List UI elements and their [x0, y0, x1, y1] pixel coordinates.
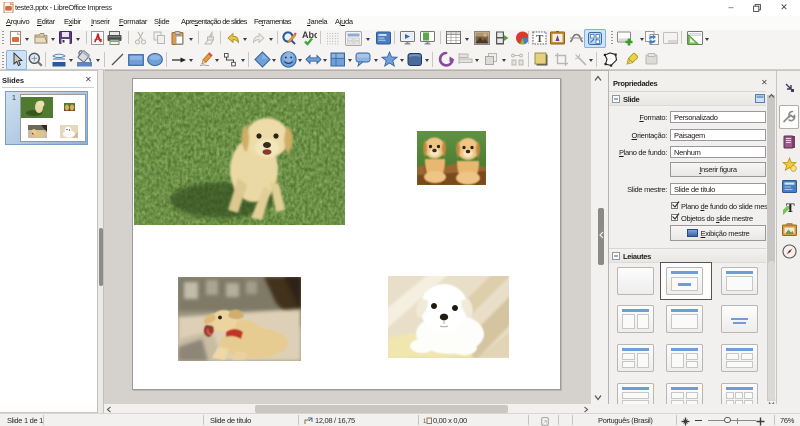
svg-text:1: 1: [423, 419, 427, 425]
svg-text:Abc: Abc: [302, 30, 317, 40]
svg-text:T: T: [786, 200, 795, 215]
svg-text:T: T: [536, 33, 544, 45]
